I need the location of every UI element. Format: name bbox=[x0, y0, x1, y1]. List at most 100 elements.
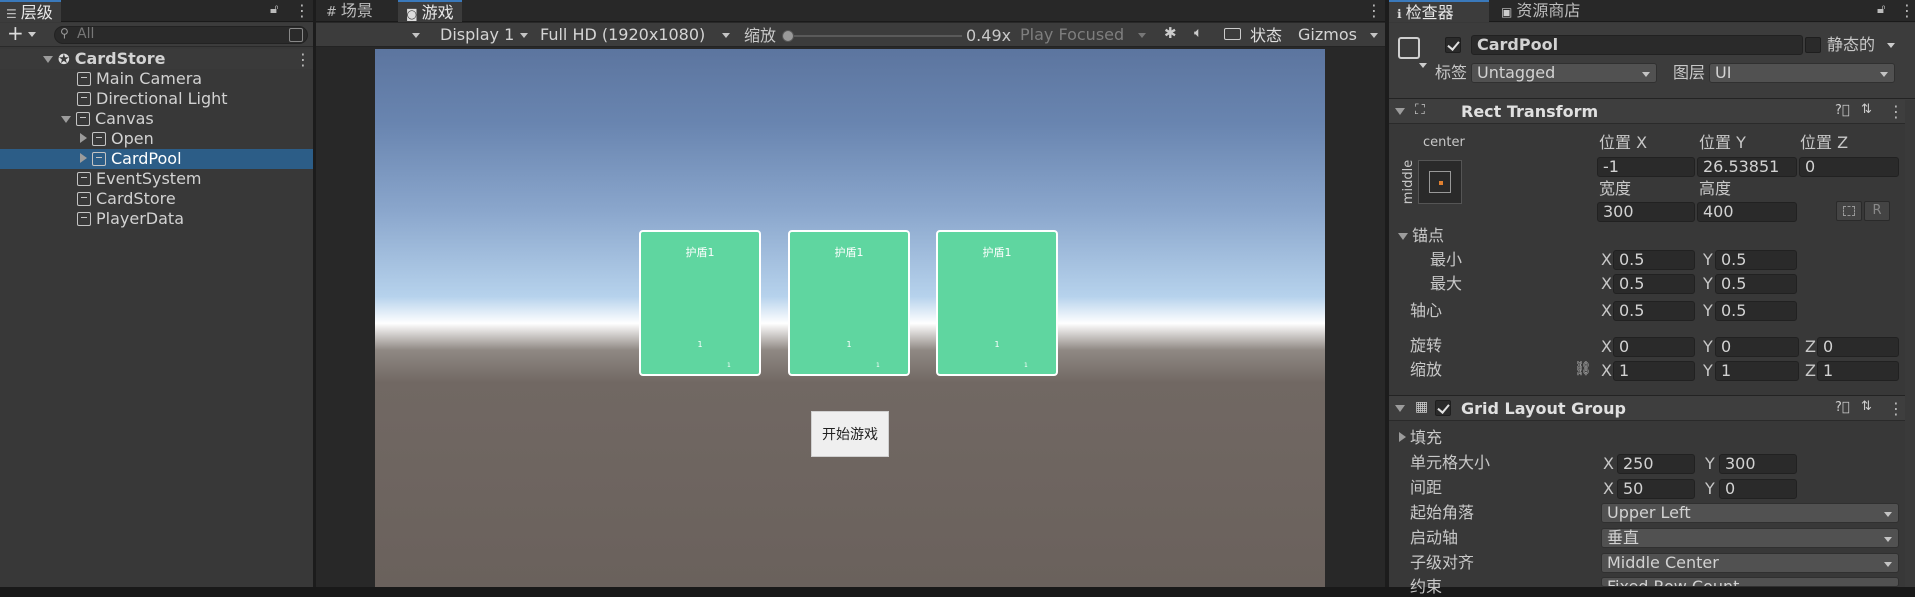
active-checkbox[interactable] bbox=[1445, 37, 1461, 53]
rotation-y-field[interactable]: 0 bbox=[1715, 337, 1799, 357]
pos-y-field[interactable]: 26.53851 bbox=[1697, 157, 1797, 177]
scale-x-field[interactable]: 1 bbox=[1613, 361, 1695, 381]
pivot-x-field[interactable]: 0.5 bbox=[1613, 301, 1695, 321]
tree-item-main-camera[interactable]: Main Camera bbox=[0, 69, 313, 89]
collapse-arrow-icon[interactable] bbox=[1395, 405, 1405, 412]
gameobject-large-icon[interactable] bbox=[1398, 37, 1420, 59]
chevron-down-icon[interactable] bbox=[1419, 63, 1427, 68]
tab-scene[interactable]: # 场景 bbox=[318, 0, 381, 22]
preset-icon[interactable]: ⇅ bbox=[1861, 102, 1872, 117]
anchors-expand-icon[interactable] bbox=[1398, 233, 1408, 240]
add-icon[interactable]: + bbox=[7, 21, 24, 45]
raw-edit-button[interactable]: R bbox=[1864, 201, 1890, 221]
width-field[interactable]: 300 bbox=[1597, 202, 1695, 222]
gizmos-dropdown[interactable]: Gizmos bbox=[1294, 25, 1384, 45]
resolution-dropdown[interactable]: Full HD (1920x1080) bbox=[536, 25, 736, 45]
blueprint-mode-button[interactable] bbox=[1836, 201, 1862, 221]
start-corner-dropdown[interactable]: Upper Left bbox=[1601, 503, 1899, 523]
card-number: 1 bbox=[846, 340, 852, 349]
keyboard-icon[interactable] bbox=[1224, 28, 1241, 40]
start-axis-value: 垂直 bbox=[1607, 528, 1640, 547]
anchor-max-y-field[interactable]: 0.5 bbox=[1715, 274, 1797, 294]
card[interactable]: 护盾1 1 1 bbox=[639, 230, 761, 376]
lock-icon[interactable]: 🔓︎ bbox=[1877, 2, 1885, 17]
cell-size-x-field[interactable]: 250 bbox=[1617, 454, 1695, 474]
preset-icon[interactable]: ⇅ bbox=[1861, 399, 1872, 414]
scale-slider-handle[interactable] bbox=[782, 30, 794, 42]
expand-arrow-icon[interactable] bbox=[80, 133, 87, 143]
object-name-field[interactable]: CardPool bbox=[1471, 35, 1803, 55]
scale-y-field[interactable]: 1 bbox=[1715, 361, 1799, 381]
tree-item-eventsystem[interactable]: EventSystem bbox=[0, 169, 313, 189]
pos-x-field[interactable]: -1 bbox=[1597, 157, 1695, 177]
component-menu-icon[interactable] bbox=[1888, 102, 1904, 121]
pos-z-field[interactable]: 0 bbox=[1799, 157, 1899, 177]
rotation-z-field[interactable]: 0 bbox=[1817, 337, 1899, 357]
search-by-type-icon[interactable] bbox=[289, 28, 303, 42]
inspector-scrollbar[interactable] bbox=[1905, 100, 1915, 587]
rect-transform-header[interactable]: ⛶ Rect Transform ?⃝ ⇅ bbox=[1389, 98, 1915, 124]
lock-icon[interactable]: 🔓︎ bbox=[270, 2, 278, 17]
game-view-type-dropdown[interactable] bbox=[316, 25, 426, 45]
component-menu-icon[interactable] bbox=[1888, 399, 1904, 418]
static-checkbox[interactable] bbox=[1805, 37, 1821, 53]
game-viewport[interactable]: 护盾1 1 1 护盾1 1 1 护盾1 1 1 开始游戏 bbox=[375, 49, 1325, 587]
tree-item-cardpool[interactable]: CardPool bbox=[0, 149, 313, 169]
inspector-menu-icon[interactable] bbox=[1899, 1, 1915, 20]
tree-item-directional-light[interactable]: Directional Light bbox=[0, 89, 313, 109]
grid-layout-group-header[interactable]: ▦ Grid Layout Group ?⃝ ⇅ bbox=[1389, 395, 1915, 421]
expand-arrow-icon[interactable] bbox=[43, 56, 53, 63]
anchor-max-x-field[interactable]: 0.5 bbox=[1613, 274, 1695, 294]
pivot-y-field[interactable]: 0.5 bbox=[1715, 301, 1797, 321]
height-field[interactable]: 400 bbox=[1697, 202, 1797, 222]
spacing-y-field[interactable]: 0 bbox=[1719, 479, 1797, 499]
card-title: 护盾1 bbox=[834, 246, 864, 259]
tree-item-playerdata[interactable]: PlayerData bbox=[0, 209, 313, 229]
component-enabled-checkbox[interactable] bbox=[1435, 400, 1451, 416]
start-game-button[interactable]: 开始游戏 bbox=[811, 411, 889, 457]
tree-item-cardstore[interactable]: CardStore bbox=[0, 189, 313, 209]
padding-expand-icon[interactable] bbox=[1399, 432, 1406, 442]
expand-arrow-icon[interactable] bbox=[80, 153, 87, 163]
scale-z-field[interactable]: 1 bbox=[1817, 361, 1899, 381]
axis-x-label: X bbox=[1601, 250, 1612, 269]
child-alignment-dropdown[interactable]: Middle Center bbox=[1601, 553, 1899, 573]
link-icon[interactable]: ⛓︎ bbox=[1574, 361, 1592, 377]
stats-button[interactable]: 状态 bbox=[1250, 26, 1282, 46]
tab-game[interactable]: ◙ 游戏 bbox=[398, 0, 462, 22]
spacing-x-field[interactable]: 50 bbox=[1617, 479, 1695, 499]
component-title: Grid Layout Group bbox=[1461, 399, 1626, 418]
game-menu-icon[interactable] bbox=[1366, 1, 1382, 20]
rotation-x-field[interactable]: 0 bbox=[1613, 337, 1695, 357]
constraint-dropdown[interactable]: Fixed Row Count bbox=[1601, 577, 1899, 587]
chevron-down-icon[interactable] bbox=[1887, 43, 1895, 48]
scene-row[interactable]: ✪ CardStore bbox=[0, 49, 313, 70]
anchor-min-y-field[interactable]: 0.5 bbox=[1715, 250, 1797, 270]
bug-icon[interactable]: ✱ bbox=[1164, 24, 1177, 42]
tab-asset-store[interactable]: ▣ 资源商店 bbox=[1493, 0, 1588, 22]
chevron-down-icon[interactable] bbox=[28, 32, 36, 37]
card[interactable]: 护盾1 1 1 bbox=[936, 230, 1058, 376]
start-axis-dropdown[interactable]: 垂直 bbox=[1601, 528, 1899, 548]
help-icon[interactable]: ?⃝ bbox=[1835, 103, 1850, 118]
tab-hierarchy[interactable]: ☰ 层级 bbox=[0, 0, 61, 22]
tag-dropdown[interactable]: Untagged bbox=[1471, 63, 1657, 83]
search-input[interactable]: ⚲ All bbox=[54, 26, 308, 44]
tree-item-open[interactable]: Open bbox=[0, 129, 313, 149]
help-icon[interactable]: ?⃝ bbox=[1835, 400, 1850, 415]
hierarchy-menu-icon[interactable] bbox=[294, 1, 310, 20]
display-dropdown[interactable]: Display 1 bbox=[436, 25, 534, 45]
scale-slider[interactable] bbox=[782, 30, 962, 42]
expand-arrow-icon[interactable] bbox=[61, 116, 71, 123]
tab-inspector[interactable]: ℹ 检查器 bbox=[1389, 0, 1489, 22]
layer-dropdown[interactable]: UI bbox=[1709, 63, 1895, 83]
anchor-preset-button[interactable] bbox=[1418, 160, 1462, 204]
collapse-arrow-icon[interactable] bbox=[1395, 108, 1405, 115]
audio-icon[interactable]: 🔈︎ bbox=[1194, 25, 1202, 41]
play-mode-dropdown[interactable]: Play Focused bbox=[1016, 25, 1152, 45]
cell-size-y-field[interactable]: 300 bbox=[1719, 454, 1797, 474]
tree-item-canvas[interactable]: Canvas bbox=[0, 109, 313, 129]
card[interactable]: 护盾1 1 1 bbox=[788, 230, 910, 376]
anchor-min-x-field[interactable]: 0.5 bbox=[1613, 250, 1695, 270]
scene-menu-icon[interactable] bbox=[295, 50, 311, 70]
